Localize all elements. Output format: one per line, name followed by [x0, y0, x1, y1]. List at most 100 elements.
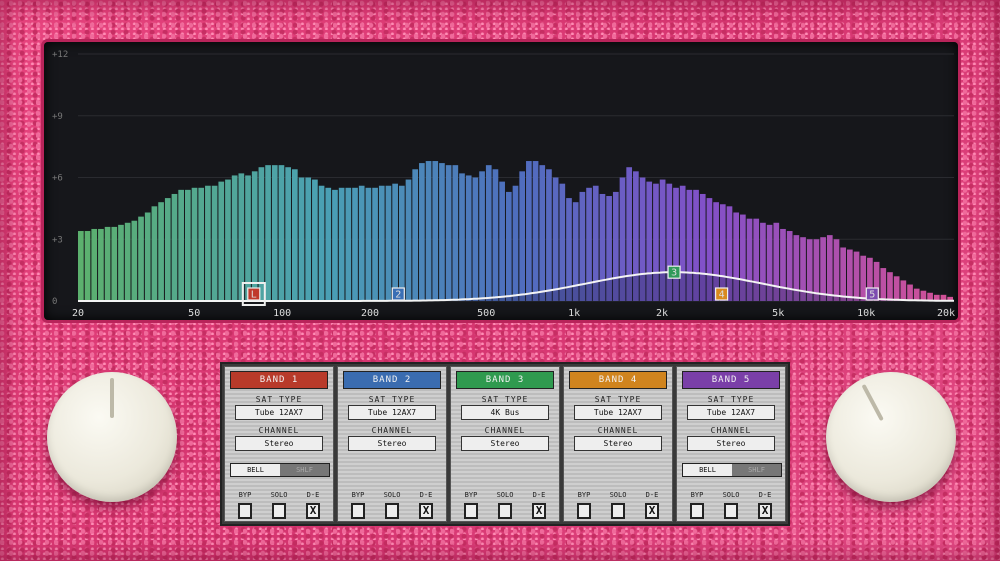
sat-type-select[interactable]: Tube 12AX7	[687, 405, 775, 420]
bell-option[interactable]: BELL	[231, 464, 280, 476]
band-node-label: 2	[395, 290, 401, 301]
filter-shape-toggle[interactable]: BELL SHLF	[230, 463, 330, 477]
spectrum-bar	[907, 284, 913, 301]
bypass-checkbox[interactable]	[464, 503, 478, 519]
spectrum-bar	[853, 251, 860, 301]
channel-label: CHANNEL	[371, 426, 413, 435]
de-esser-label: D-E	[645, 491, 659, 499]
spectrum-bar	[499, 181, 505, 301]
right-knob[interactable]	[826, 372, 956, 502]
spectrum-bar	[118, 224, 124, 301]
spectrum-bar	[465, 175, 472, 301]
band-strip: BAND 2 SAT TYPE Tube 12AX7 CHANNEL Stere…	[337, 366, 447, 522]
freq-tick-label: 100	[273, 308, 291, 319]
spectrum-bar	[445, 165, 452, 301]
de-esser-checkbox[interactable]: X	[306, 503, 320, 519]
bypass-label: BYP	[464, 491, 478, 499]
spectrum-bar	[425, 161, 432, 301]
spectrum-bar	[840, 247, 847, 301]
spectrum-bar	[191, 187, 198, 301]
solo-checkbox[interactable]	[724, 503, 738, 519]
solo-checkbox[interactable]	[611, 503, 625, 519]
spectrum-bar	[338, 187, 345, 301]
solo-label: SOLO	[383, 491, 401, 499]
spectrum-bar	[312, 179, 318, 301]
band-header[interactable]: BAND 5	[682, 371, 780, 389]
bypass-checkbox[interactable]	[351, 503, 365, 519]
spectrum-svg[interactable]: +12 +9 +6 +3 0 L 2 3 4 5 20 50 100 200 500 1k 2k 5k 10k 20k	[44, 42, 958, 320]
channel-select[interactable]: Stereo	[235, 436, 323, 451]
filter-shape-toggle[interactable]: BELL SHLF	[682, 463, 782, 477]
solo-checkbox[interactable]	[385, 503, 399, 519]
spectrum-bar	[900, 280, 907, 301]
de-esser-checkbox[interactable]: X	[645, 503, 659, 519]
sat-type-select[interactable]: Tube 12AX7	[348, 405, 436, 420]
spectrum-bar	[211, 185, 218, 301]
de-esser-checkbox[interactable]: X	[419, 503, 433, 519]
spectrum-bar	[432, 161, 439, 301]
spectrum-bar	[505, 191, 512, 301]
spectrum-bar	[439, 163, 445, 301]
sat-type-select[interactable]: Tube 12AX7	[235, 405, 323, 420]
solo-checkbox[interactable]	[272, 503, 286, 519]
sat-type-label: SAT TYPE	[481, 395, 529, 404]
channel-select[interactable]: Stereo	[461, 436, 549, 451]
spectrum-bar	[485, 165, 492, 301]
de-esser-label: D-E	[532, 491, 546, 499]
spectrum-bar	[880, 268, 887, 301]
spectrum-bar	[178, 189, 184, 301]
spectrum-bar	[412, 169, 419, 301]
channel-label: CHANNEL	[484, 426, 526, 435]
spectrum-bar	[479, 171, 485, 301]
spectrum-bar	[84, 231, 91, 301]
spectrum-bar	[385, 185, 392, 301]
spectrum-bar	[138, 216, 144, 301]
shelf-option[interactable]: SHLF	[732, 464, 781, 476]
spectrum-bar	[459, 173, 465, 301]
de-esser-checkbox[interactable]: X	[532, 503, 546, 519]
channel-select[interactable]: Stereo	[574, 436, 662, 451]
spectrum-bar	[205, 185, 211, 301]
spectrum-bar	[305, 177, 312, 301]
spectrum-bar	[492, 169, 499, 301]
shelf-option[interactable]: SHLF	[280, 464, 329, 476]
spectrum-bar	[258, 167, 265, 301]
bell-option[interactable]: BELL	[683, 464, 732, 476]
spectrum-bar	[358, 185, 365, 301]
db-tick-label: +6	[52, 174, 63, 184]
channel-select[interactable]: Stereo	[687, 436, 775, 451]
freq-tick-label: 5k	[772, 308, 784, 319]
left-knob[interactable]	[47, 372, 177, 502]
knob-pointer	[110, 378, 114, 418]
sat-type-select[interactable]: Tube 12AX7	[574, 405, 662, 420]
channel-select[interactable]: Stereo	[348, 436, 436, 451]
band-strip: BAND 1 SAT TYPE Tube 12AX7 CHANNEL Stere…	[224, 366, 334, 522]
band-header[interactable]: BAND 1	[230, 371, 328, 389]
band-header[interactable]: BAND 2	[343, 371, 441, 389]
spectrum-bar	[144, 212, 151, 301]
spectrum-bar	[559, 183, 566, 301]
band-node-label: 4	[719, 290, 725, 301]
channel-label: CHANNEL	[710, 426, 752, 435]
spectrum-bar	[452, 165, 459, 301]
spectrum-bar	[813, 239, 820, 301]
sat-type-select[interactable]: 4K Bus	[461, 405, 549, 420]
bypass-checkbox[interactable]	[238, 503, 252, 519]
spectrum-display[interactable]: +12 +9 +6 +3 0 L 2 3 4 5 20 50 100 200 500 1k 2k 5k 10k 20k	[44, 42, 958, 320]
spectrum-bar	[218, 181, 225, 301]
spectrum-bar	[512, 185, 519, 301]
freq-tick-label: 200	[361, 308, 379, 319]
band-header[interactable]: BAND 4	[569, 371, 667, 389]
db-tick-label: 0	[52, 297, 57, 307]
bypass-label: BYP	[238, 491, 252, 499]
solo-label: SOLO	[496, 491, 514, 499]
de-esser-checkbox[interactable]: X	[758, 503, 772, 519]
bypass-checkbox[interactable]	[577, 503, 591, 519]
spectrum-bar	[532, 161, 539, 301]
spectrum-bar	[111, 226, 118, 301]
band-header[interactable]: BAND 3	[456, 371, 554, 389]
bypass-checkbox[interactable]	[690, 503, 704, 519]
solo-checkbox[interactable]	[498, 503, 512, 519]
freq-tick-label: 20k	[937, 308, 955, 319]
freq-tick-label: 50	[188, 308, 200, 319]
